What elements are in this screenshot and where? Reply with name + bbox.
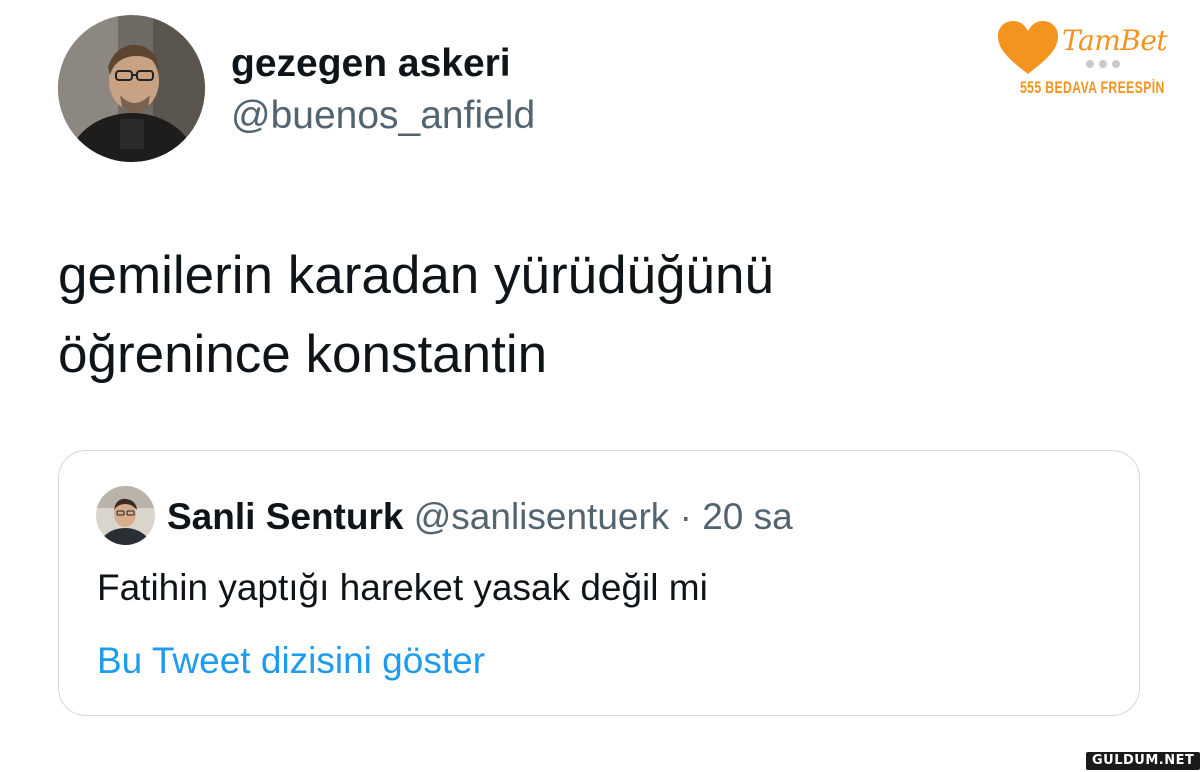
brand-dots bbox=[1086, 60, 1120, 68]
meta-separator: · bbox=[679, 496, 692, 537]
author-avatar[interactable] bbox=[58, 15, 205, 162]
brand-tagline: 555 BEDAVA FREESPİN bbox=[1020, 78, 1165, 97]
quoted-tweet-text: Fatihin yaptığı hareket yasak değil mi bbox=[97, 567, 708, 608]
tweet-text-line: gemilerin karadan yürüdüğünü bbox=[58, 246, 774, 305]
site-watermark: GULDUM.NET bbox=[1086, 752, 1200, 770]
author-handle[interactable]: @buenos_anfield bbox=[231, 92, 535, 140]
quoted-author-handle[interactable]: @sanlisentuerk bbox=[414, 496, 670, 537]
author-display-name[interactable]: gezegen askeri bbox=[231, 40, 511, 88]
brand-name: TamBet bbox=[1062, 24, 1168, 57]
quoted-tweet-card[interactable]: Sanli Senturk @sanlisentuerk · 20 sa Fat… bbox=[58, 450, 1140, 716]
quoted-author-avatar-image bbox=[96, 486, 155, 545]
author-avatar-image bbox=[58, 15, 205, 162]
quoted-author-avatar[interactable] bbox=[96, 486, 155, 545]
quoted-author-name[interactable]: Sanli Senturk bbox=[167, 496, 403, 537]
tweet-text-line: öğrenince konstantin bbox=[58, 325, 548, 384]
heart-icon bbox=[998, 21, 1058, 74]
tweet-text: gemilerin karadan yürüdüğünü öğrenince k… bbox=[58, 236, 1058, 394]
show-thread-link[interactable]: Bu Tweet dizisini göster bbox=[97, 637, 485, 685]
quoted-tweet-time[interactable]: 20 sa bbox=[702, 496, 793, 537]
quoted-tweet-header: Sanli Senturk @sanlisentuerk · 20 sa bbox=[167, 495, 793, 539]
brand-logo: TamBet 555 BEDAVA FREESPİN bbox=[990, 14, 1180, 104]
